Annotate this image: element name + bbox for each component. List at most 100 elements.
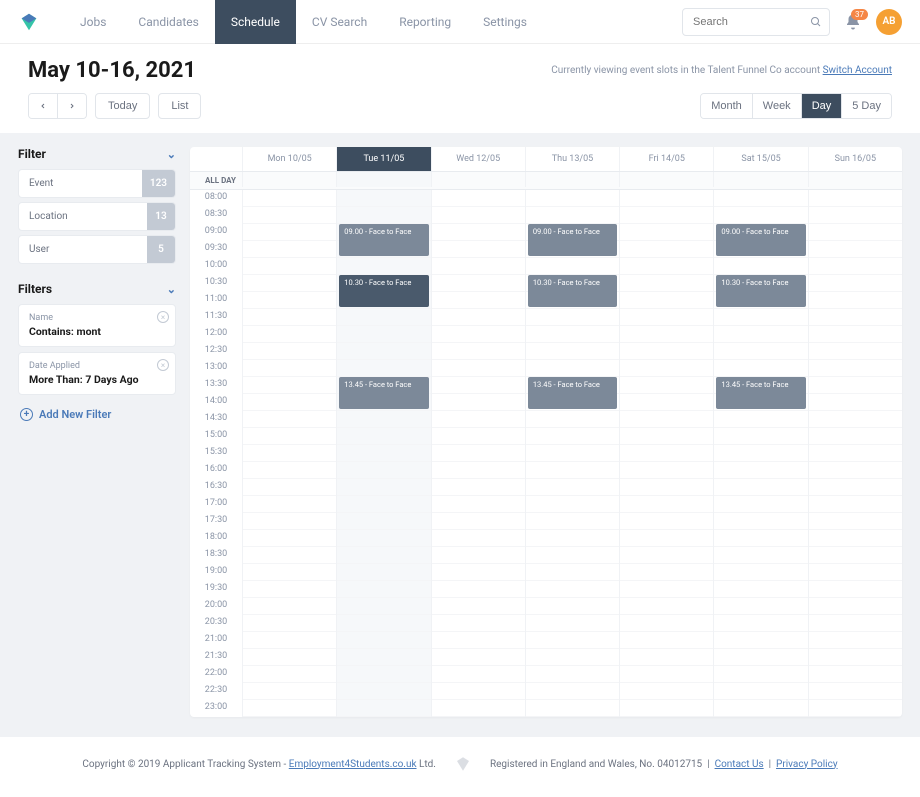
calendar-cell[interactable] xyxy=(620,445,713,462)
calendar-cell[interactable] xyxy=(243,207,336,224)
calendar-cell[interactable] xyxy=(243,615,336,632)
calendar-cell[interactable] xyxy=(714,632,807,649)
calendar-cell[interactable] xyxy=(432,462,525,479)
calendar-cell[interactable] xyxy=(432,666,525,683)
calendar-cell[interactable] xyxy=(620,190,713,207)
calendar-cell[interactable] xyxy=(620,598,713,615)
calendar-cell[interactable] xyxy=(620,462,713,479)
calendar-cell[interactable] xyxy=(243,360,336,377)
filters-section-header[interactable]: Filters ⌄ xyxy=(18,282,176,296)
calendar-cell[interactable] xyxy=(337,445,430,462)
calendar-cell[interactable] xyxy=(432,343,525,360)
calendar-cell[interactable] xyxy=(243,343,336,360)
calendar-cell[interactable] xyxy=(526,649,619,666)
calendar-cell[interactable] xyxy=(243,632,336,649)
prev-button[interactable] xyxy=(29,94,57,118)
calendar-cell[interactable] xyxy=(809,581,902,598)
nav-candidates[interactable]: Candidates xyxy=(122,0,214,44)
calendar-cell[interactable] xyxy=(526,479,619,496)
contact-link[interactable]: Contact Us xyxy=(715,759,764,770)
calendar-cell[interactable] xyxy=(620,496,713,513)
calendar-cell[interactable] xyxy=(526,581,619,598)
calendar-cell[interactable] xyxy=(714,598,807,615)
calendar-cell[interactable] xyxy=(809,462,902,479)
calendar-cell[interactable] xyxy=(620,530,713,547)
calendar-cell[interactable] xyxy=(714,462,807,479)
calendar-cell[interactable] xyxy=(337,190,430,207)
calendar-cell[interactable] xyxy=(526,530,619,547)
calendar-cell[interactable] xyxy=(432,496,525,513)
calendar-cell[interactable] xyxy=(243,190,336,207)
calendar-cell[interactable] xyxy=(526,190,619,207)
calendar-cell[interactable] xyxy=(432,190,525,207)
calendar-cell[interactable] xyxy=(432,530,525,547)
calendar-cell[interactable] xyxy=(337,411,430,428)
privacy-link[interactable]: Privacy Policy xyxy=(776,759,838,770)
calendar-cell[interactable] xyxy=(432,360,525,377)
calendar-cell[interactable] xyxy=(526,547,619,564)
calendar-cell[interactable] xyxy=(337,513,430,530)
calendar-cell[interactable] xyxy=(337,564,430,581)
calendar-cell[interactable] xyxy=(809,496,902,513)
calendar-cell[interactable] xyxy=(620,649,713,666)
calendar-cell[interactable] xyxy=(809,343,902,360)
calendar-cell[interactable] xyxy=(620,683,713,700)
calendar-event[interactable]: 09.00 - Face to Face xyxy=(339,224,428,256)
calendar-cell[interactable] xyxy=(809,190,902,207)
search-input[interactable] xyxy=(682,8,830,36)
calendar-event[interactable]: 09.00 - Face to Face xyxy=(716,224,805,256)
calendar-cell[interactable] xyxy=(809,292,902,309)
calendar-event[interactable]: 10.30 - Face to Face xyxy=(528,275,617,307)
calendar-cell[interactable] xyxy=(526,598,619,615)
range-week[interactable]: Week xyxy=(752,94,801,118)
calendar-cell[interactable] xyxy=(620,666,713,683)
switch-account-link[interactable]: Switch Account xyxy=(823,65,892,76)
calendar-cell[interactable] xyxy=(337,343,430,360)
calendar-cell[interactable] xyxy=(809,547,902,564)
calendar-cell[interactable] xyxy=(432,428,525,445)
calendar-cell[interactable] xyxy=(337,479,430,496)
calendar-cell[interactable] xyxy=(243,224,336,241)
calendar-cell[interactable] xyxy=(809,377,902,394)
calendar-cell[interactable] xyxy=(620,360,713,377)
nav-cv-search[interactable]: CV Search xyxy=(296,0,383,44)
calendar-cell[interactable] xyxy=(526,207,619,224)
calendar-cell[interactable] xyxy=(243,666,336,683)
close-icon[interactable]: × xyxy=(157,359,169,371)
calendar-cell[interactable] xyxy=(243,241,336,258)
calendar-cell[interactable] xyxy=(620,564,713,581)
calendar-cell[interactable] xyxy=(620,394,713,411)
calendar-day-header[interactable]: Tue 11/05 xyxy=(336,147,430,171)
calendar-event[interactable]: 10.30 - Face to Face xyxy=(716,275,805,307)
calendar-cell[interactable] xyxy=(243,598,336,615)
calendar-cell[interactable] xyxy=(243,700,336,717)
filter-item-location[interactable]: Location13 xyxy=(18,202,176,231)
calendar-cell[interactable] xyxy=(243,564,336,581)
calendar-cell[interactable] xyxy=(337,207,430,224)
filter-section-header[interactable]: Filter ⌄ xyxy=(18,147,176,161)
avatar[interactable]: AB xyxy=(876,9,902,35)
calendar-cell[interactable] xyxy=(526,411,619,428)
calendar-cell[interactable] xyxy=(809,241,902,258)
range-5-day[interactable]: 5 Day xyxy=(841,94,891,118)
calendar-cell[interactable] xyxy=(809,598,902,615)
list-button[interactable]: List xyxy=(158,93,201,119)
calendar-cell[interactable] xyxy=(620,258,713,275)
calendar-cell[interactable] xyxy=(337,530,430,547)
calendar-cell[interactable] xyxy=(432,411,525,428)
range-day[interactable]: Day xyxy=(801,94,842,118)
calendar-cell[interactable] xyxy=(337,547,430,564)
calendar-cell[interactable] xyxy=(809,411,902,428)
calendar-cell[interactable] xyxy=(620,292,713,309)
calendar-cell[interactable] xyxy=(809,649,902,666)
calendar-cell[interactable] xyxy=(337,683,430,700)
calendar-cell[interactable] xyxy=(432,700,525,717)
nav-reporting[interactable]: Reporting xyxy=(383,0,467,44)
calendar-cell[interactable] xyxy=(526,428,619,445)
calendar-cell[interactable] xyxy=(243,462,336,479)
calendar-cell[interactable] xyxy=(714,581,807,598)
calendar-cell[interactable] xyxy=(714,700,807,717)
calendar-cell[interactable] xyxy=(809,615,902,632)
calendar-cell[interactable] xyxy=(337,462,430,479)
calendar-cell[interactable] xyxy=(243,683,336,700)
